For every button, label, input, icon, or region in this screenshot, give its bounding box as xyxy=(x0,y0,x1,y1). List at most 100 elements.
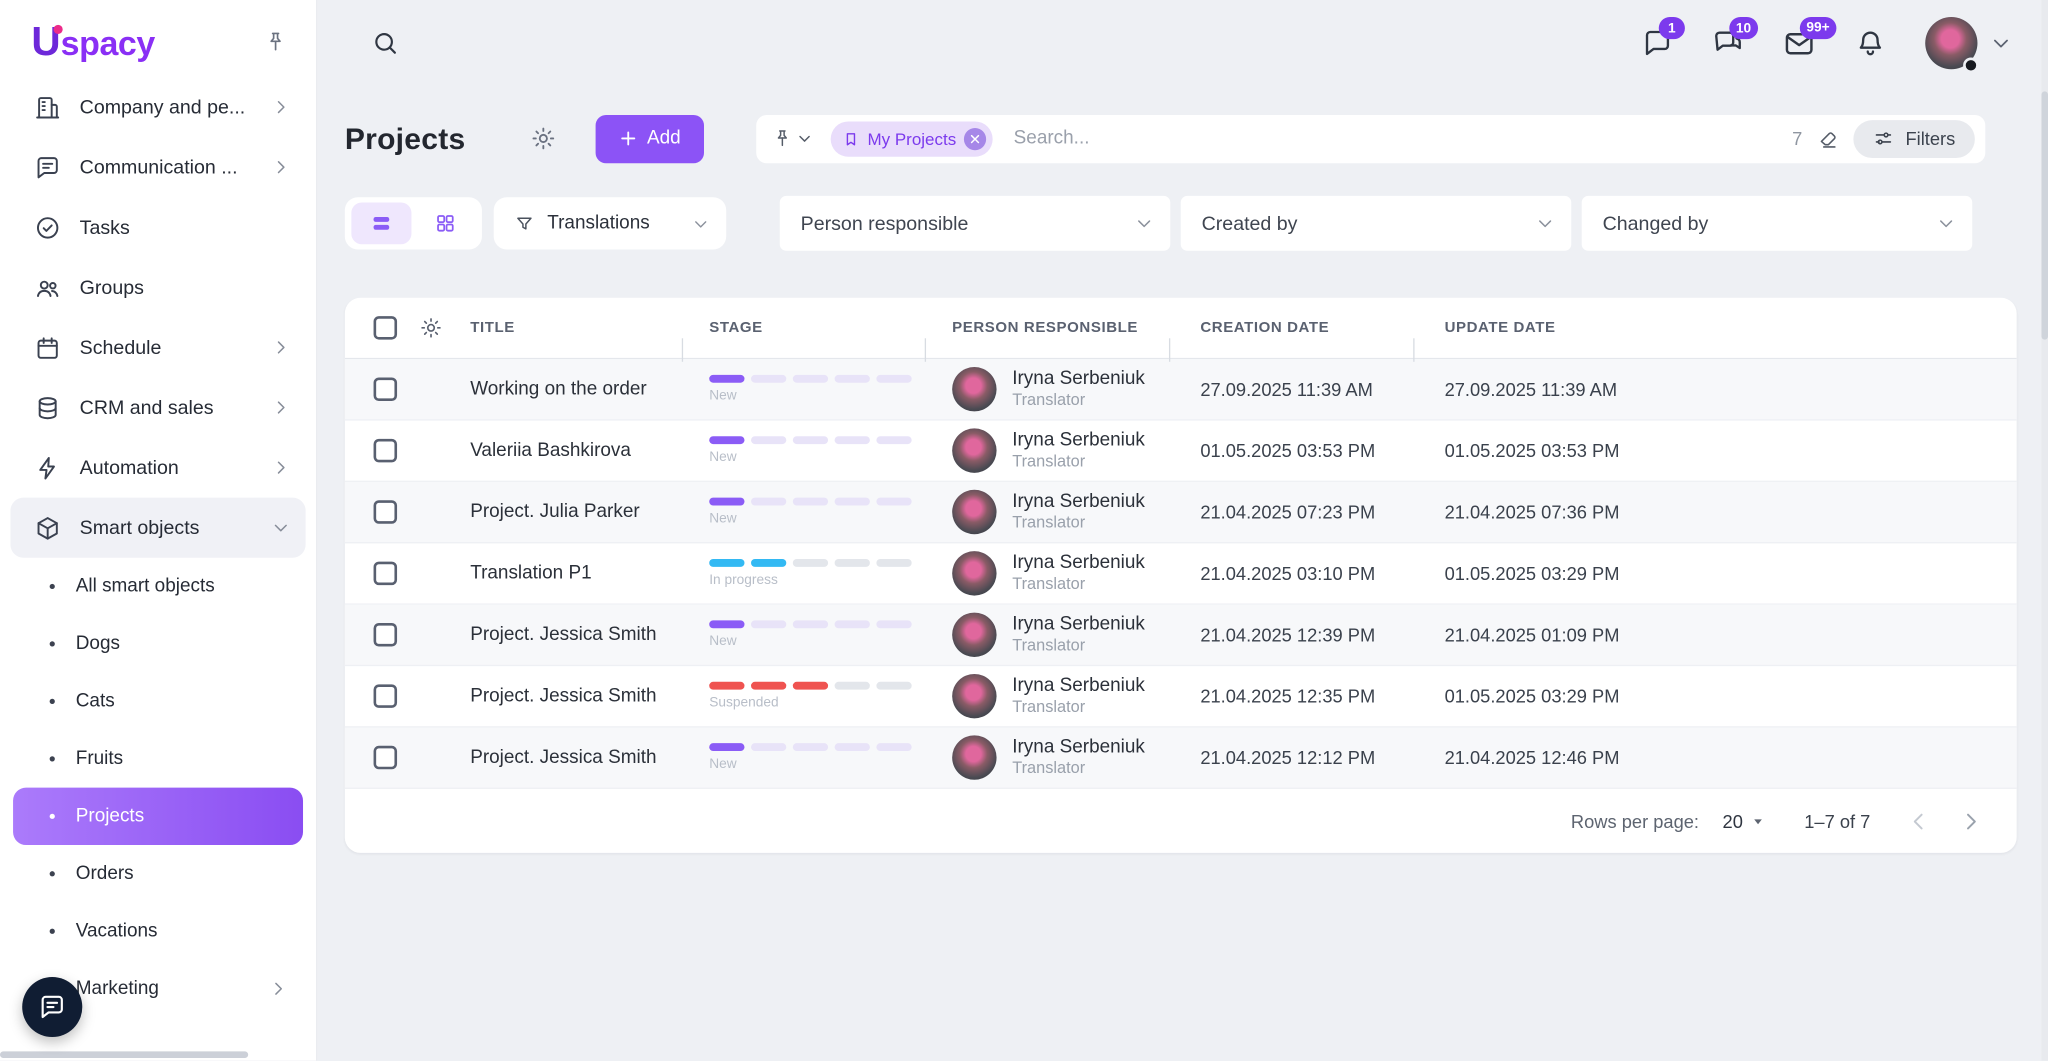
person-name[interactable]: Iryna Serbeniuk xyxy=(1012,613,1145,637)
stage-cell[interactable]: New xyxy=(682,498,925,527)
stage-cell[interactable]: In progress xyxy=(682,559,925,588)
sidebar-subitem-cats[interactable]: Cats xyxy=(13,673,303,730)
row-checkbox[interactable] xyxy=(374,684,398,708)
add-button[interactable]: Add xyxy=(596,114,704,162)
comments-icon[interactable]: 10 xyxy=(1712,27,1743,58)
changed-by-select[interactable]: Changed by xyxy=(1582,196,1973,251)
project-title[interactable]: Project. Jessica Smith xyxy=(470,624,682,645)
sidebar-subitem-orders[interactable]: Orders xyxy=(13,845,303,902)
sidebar-subitem-all-smart-objects[interactable]: All smart objects xyxy=(13,558,303,615)
person-name[interactable]: Iryna Serbeniuk xyxy=(1012,674,1145,698)
project-title[interactable]: Translation P1 xyxy=(470,563,682,584)
page-settings-icon[interactable] xyxy=(531,125,557,151)
pin-sidebar-icon[interactable] xyxy=(264,29,288,53)
scrollbar-thumb[interactable] xyxy=(2041,91,2048,339)
global-search-icon[interactable] xyxy=(371,29,400,58)
row-checkbox[interactable] xyxy=(374,377,398,401)
stage-cell[interactable]: New xyxy=(682,375,925,404)
row-checkbox[interactable] xyxy=(374,623,398,647)
eraser-icon[interactable] xyxy=(1817,127,1839,149)
person-name[interactable]: Iryna Serbeniuk xyxy=(1012,551,1145,575)
people-icon xyxy=(34,274,61,301)
table-settings-icon[interactable] xyxy=(419,316,443,340)
scrollbar-vertical[interactable] xyxy=(2041,0,2048,1061)
table-row[interactable]: Translation P1 In progress Iryna Serbeni… xyxy=(345,543,2017,604)
project-title[interactable]: Project. Jessica Smith xyxy=(470,747,682,768)
sidebar-subitem-label: Dogs xyxy=(76,633,120,654)
stage-cell[interactable]: Suspended xyxy=(682,682,925,711)
mail-icon[interactable]: 99+ xyxy=(1783,27,1816,60)
column-creation-date[interactable]: CREATION DATE xyxy=(1169,320,1413,336)
chat-notifications-icon[interactable]: 1 xyxy=(1642,27,1673,58)
select-all-checkbox[interactable] xyxy=(374,316,398,340)
sidebar-item-crm[interactable]: CRM and sales xyxy=(10,377,305,437)
sidebar-subitem-projects[interactable]: Projects xyxy=(13,788,303,845)
sidebar-subitem-vacations[interactable]: Vacations xyxy=(13,903,303,960)
chevron-right-icon xyxy=(272,158,290,176)
project-title[interactable]: Project. Jessica Smith xyxy=(470,686,682,707)
chip-close-icon[interactable] xyxy=(964,127,986,149)
column-title[interactable]: TITLE xyxy=(470,320,682,336)
sidebar-item-schedule[interactable]: Schedule xyxy=(10,317,305,377)
sidebar-item-groups[interactable]: Groups xyxy=(10,257,305,317)
sidebar-item-tasks[interactable]: Tasks xyxy=(10,197,305,257)
pin-filter-button[interactable] xyxy=(772,128,812,149)
column-update-date[interactable]: UPDATE DATE xyxy=(1413,320,2016,336)
grid-view-button[interactable] xyxy=(415,202,475,244)
sidebar-subitem-dogs[interactable]: Dogs xyxy=(13,615,303,672)
row-checkbox[interactable] xyxy=(374,562,398,586)
bell-icon[interactable] xyxy=(1855,27,1886,58)
project-title[interactable]: Project. Julia Parker xyxy=(470,502,682,523)
row-checkbox[interactable] xyxy=(374,439,398,463)
chevron-down-icon[interactable] xyxy=(1991,33,2012,54)
table-row[interactable]: Project. Jessica Smith New Iryna Serbeni… xyxy=(345,605,2017,666)
stage-cell[interactable]: New xyxy=(682,436,925,465)
person-name[interactable]: Iryna Serbeniuk xyxy=(1012,490,1145,514)
sidebar-item-company[interactable]: Company and pe... xyxy=(10,77,305,137)
sidebar-item-smart-objects[interactable]: Smart objects xyxy=(10,498,305,558)
created-by-select[interactable]: Created by xyxy=(1181,196,1572,251)
stage-label: New xyxy=(709,449,925,465)
stage-cell[interactable]: New xyxy=(682,743,925,772)
scrollbar-horizontal[interactable] xyxy=(0,1051,248,1058)
person-responsible-select[interactable]: Person responsible xyxy=(780,196,1171,251)
stage-cell[interactable]: New xyxy=(682,620,925,649)
table-row[interactable]: Project. Jessica Smith Suspended Iryna S… xyxy=(345,666,2017,727)
bullet-dot xyxy=(50,699,55,704)
sidebar-item-communication[interactable]: Communication ... xyxy=(10,137,305,197)
uspacy-logo[interactable]: Uspacy xyxy=(31,21,155,61)
user-avatar[interactable] xyxy=(1925,17,1977,69)
person-name[interactable]: Iryna Serbeniuk xyxy=(1012,367,1145,391)
search-input[interactable] xyxy=(1011,127,1792,151)
projects-table: TITLE STAGE PERSON RESPONSIBLE CREATION … xyxy=(345,298,2017,853)
list-view-button[interactable] xyxy=(351,202,411,244)
support-chat-button[interactable] xyxy=(22,977,82,1037)
project-title[interactable]: Valeriia Bashkirova xyxy=(470,440,682,461)
prev-page-button[interactable] xyxy=(1907,809,1931,833)
row-checkbox[interactable] xyxy=(374,746,398,770)
rows-per-page-select[interactable]: 20 xyxy=(1723,810,1766,831)
filters-button[interactable]: Filters xyxy=(1853,120,1975,158)
my-projects-chip[interactable]: My Projects xyxy=(831,121,993,156)
next-page-button[interactable] xyxy=(1959,809,1983,833)
sidebar-subitem-fruits[interactable]: Fruits xyxy=(13,730,303,787)
creation-date: 21.04.2025 07:23 PM xyxy=(1169,502,1413,523)
person-name[interactable]: Iryna Serbeniuk xyxy=(1012,429,1145,453)
saved-filter-dropdown[interactable]: Translations xyxy=(494,197,726,249)
table-row[interactable]: Working on the order New Iryna Serbeniuk… xyxy=(345,359,2017,420)
user-menu[interactable] xyxy=(1925,17,2011,69)
person-name[interactable]: Iryna Serbeniuk xyxy=(1012,736,1145,760)
plus-icon xyxy=(620,129,638,147)
row-checkbox[interactable] xyxy=(374,500,398,524)
stage-label: New xyxy=(709,756,925,772)
sidebar-item-label: Groups xyxy=(80,276,290,298)
bullet-dot xyxy=(50,871,55,876)
column-stage[interactable]: STAGE xyxy=(682,320,925,336)
sidebar-item-automation[interactable]: Automation xyxy=(10,438,305,498)
column-person-responsible[interactable]: PERSON RESPONSIBLE xyxy=(925,320,1169,336)
creation-date: 21.04.2025 12:35 PM xyxy=(1169,686,1413,707)
table-row[interactable]: Project. Jessica Smith New Iryna Serbeni… xyxy=(345,728,2017,789)
table-row[interactable]: Valeriia Bashkirova New Iryna SerbeniukT… xyxy=(345,421,2017,482)
table-row[interactable]: Project. Julia Parker New Iryna Serbeniu… xyxy=(345,482,2017,543)
project-title[interactable]: Working on the order xyxy=(470,379,682,400)
